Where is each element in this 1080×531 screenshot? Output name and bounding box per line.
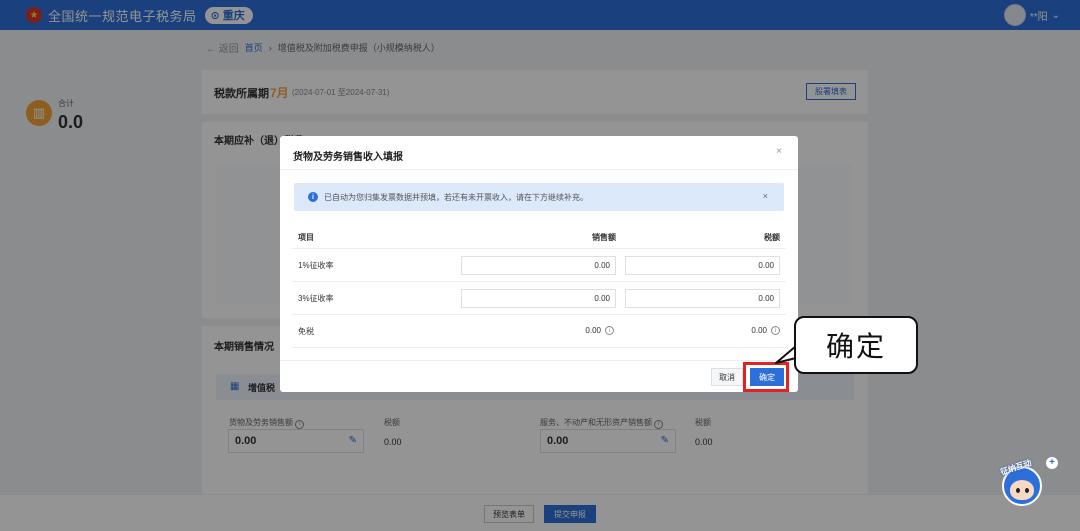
table-row: 1%征收率 xyxy=(292,249,786,282)
info-icon[interactable]: i xyxy=(771,326,780,335)
confirm-highlight-box xyxy=(743,362,789,392)
col-item: 项目 xyxy=(298,233,314,242)
info-icon: i xyxy=(308,192,318,202)
tax-input-1pct[interactable] xyxy=(625,256,780,275)
mascot-eye xyxy=(1016,488,1020,493)
col-sales: 销售额 xyxy=(592,233,616,242)
alert-close-icon[interactable]: × xyxy=(763,191,768,201)
col-tax: 税额 xyxy=(764,233,780,242)
modal-title: 货物及劳务销售收入填报 xyxy=(293,152,403,163)
info-alert: i 已自动为您归集发票数据并预填，若还有未开票收入，请在下方继续补充。 × xyxy=(294,183,784,211)
callout-bubble: 确定 xyxy=(794,316,918,374)
alert-text: 已自动为您归集发票数据并预填，若还有未开票收入，请在下方继续补充。 xyxy=(324,192,588,202)
close-icon[interactable]: × xyxy=(776,146,782,157)
plus-icon[interactable]: + xyxy=(1046,457,1058,469)
info-icon[interactable]: i xyxy=(605,326,614,335)
sales-input-3pct[interactable] xyxy=(461,289,616,308)
exempt-tax-value: 0.00 i xyxy=(751,326,780,335)
assistant-mascot[interactable]: 征纳互动 xyxy=(998,458,1046,510)
divider xyxy=(280,360,798,361)
exempt-sales-value: 0.00 i xyxy=(585,326,614,335)
table-header: 项目 销售额 税额 xyxy=(292,225,786,249)
mascot-eye xyxy=(1025,488,1029,493)
table-row: 免税 0.00 i 0.00 i xyxy=(292,315,786,348)
divider xyxy=(280,169,798,170)
income-table: 项目 销售额 税额 1%征收率 3%征收率 免税 0.00i 0.00i xyxy=(292,225,786,348)
row-item-3pct: 3%征收率 xyxy=(298,294,334,303)
row-item-exempt: 免税 xyxy=(298,327,314,336)
table-row: 3%征收率 xyxy=(292,282,786,315)
cancel-button[interactable]: 取消 xyxy=(711,368,743,386)
sales-income-modal: 货物及劳务销售收入填报 × i 已自动为您归集发票数据并预填，若还有未开票收入，… xyxy=(280,136,798,392)
sales-input-1pct[interactable] xyxy=(461,256,616,275)
tax-input-3pct[interactable] xyxy=(625,289,780,308)
mascot-face xyxy=(1010,480,1034,500)
row-item-1pct: 1%征收率 xyxy=(298,261,334,270)
